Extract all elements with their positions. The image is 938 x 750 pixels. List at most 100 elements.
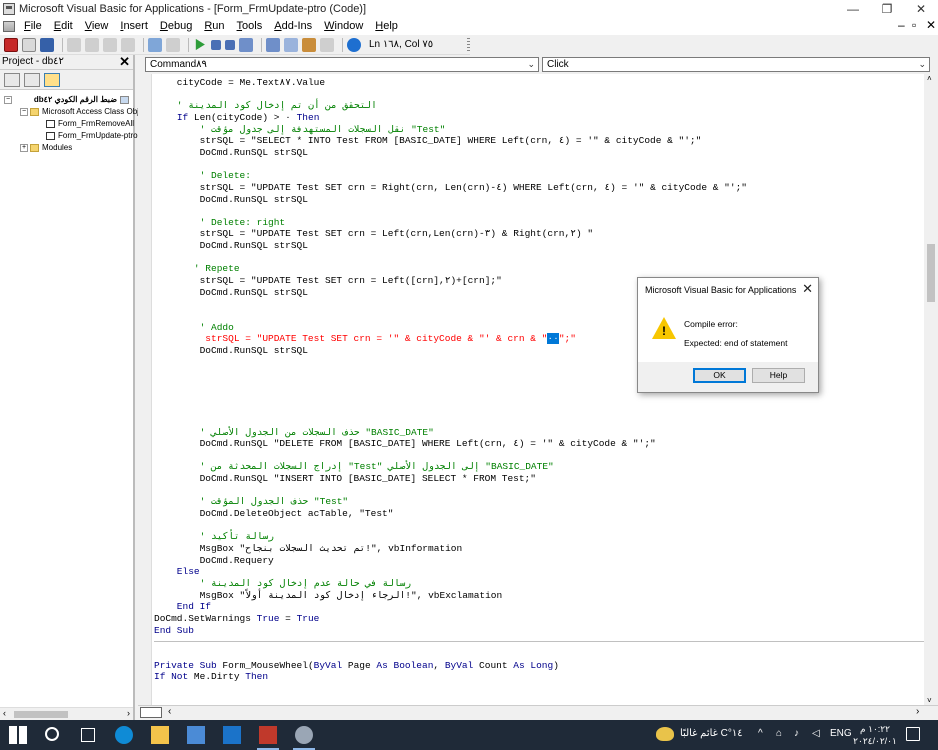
show-hidden-icons-icon[interactable]: ^ [758,728,763,739]
mdi-child-icon[interactable] [3,20,15,32]
code-line[interactable]: End Sub [154,625,194,636]
code-line[interactable]: DoCmd.RunSQL strSQL [154,287,308,298]
menu-view[interactable]: View [79,20,115,32]
code-line[interactable]: Else [154,566,200,577]
dialog-close-button[interactable]: ✕ [802,281,813,297]
code-line[interactable]: ' Repete [154,263,240,274]
code-line[interactable]: MsgBox "الرجاء إدخال كود المدينة أولاً!"… [154,590,503,601]
code-line[interactable]: DoCmd.RunSQL strSQL [154,194,308,205]
scroll-left-icon[interactable]: ‹ [3,708,6,718]
project-horizontal-scrollbar[interactable]: ‹ › [0,707,133,720]
mail-icon[interactable] [223,726,241,744]
help-icon[interactable] [347,37,361,52]
view-code-button[interactable] [4,72,20,87]
paste-icon[interactable] [103,37,117,52]
notification-icon[interactable] [906,727,920,741]
scroll-left-icon[interactable]: ‹ [168,706,171,717]
run-icon[interactable] [195,38,205,51]
menu-help[interactable]: Help [369,20,404,32]
scroll-right-icon[interactable]: › [916,706,919,717]
view-access-icon[interactable] [4,37,18,52]
redo-icon[interactable] [166,37,180,52]
scroll-up-icon[interactable]: ˄ [927,74,932,83]
code-line[interactable]: strSQL = "SELECT * INTO Test FROM [BASIC… [154,135,702,146]
toolbar-grip[interactable] [466,37,470,52]
store-icon[interactable] [187,726,205,744]
code-line[interactable]: DoCmd.Requery [154,555,274,566]
view-object-button[interactable] [24,72,40,87]
code-line[interactable]: ' Delete: right [154,217,286,228]
vba-app-icon[interactable] [3,2,15,15]
copy-icon[interactable] [85,37,99,52]
network-icon[interactable]: ⌂ [776,728,782,739]
toolbox-icon[interactable] [320,37,334,52]
object-browser-icon[interactable] [302,37,316,52]
mdi-restore-button[interactable]: ▫ [912,18,916,32]
project-panel-close-button[interactable]: ✕ [119,55,130,69]
task-view-icon[interactable] [81,728,95,742]
collapse-icon[interactable]: − [4,95,12,104]
code-line[interactable]: DoCmd.RunSQL strSQL [154,240,308,251]
menu-file[interactable]: File [18,20,48,32]
scroll-thumb[interactable] [927,244,935,302]
menu-run[interactable]: Run [198,20,230,32]
code-vertical-scrollbar[interactable]: ˄ ˅ [924,74,938,705]
maximize-button[interactable]: ❐ [870,0,904,17]
code-line[interactable]: DoCmd.RunSQL "INSERT INTO [BASIC_DATE] S… [154,473,536,484]
code-line[interactable]: If Not Me.Dirty Then [154,671,268,682]
collapse-icon[interactable]: − [20,107,28,116]
cut-icon[interactable] [67,37,81,52]
object-combo[interactable]: Command٨٩ ⌄ [145,57,539,72]
search-icon[interactable] [45,727,59,741]
mdi-close-button[interactable]: ✕ [926,18,936,32]
tree-node-form-removeall[interactable]: Form_FrmRemoveAll [46,118,134,129]
menu-tools[interactable]: Tools [231,20,269,32]
scroll-down-icon[interactable]: ˅ [927,696,932,705]
weather-text[interactable]: ١٤°C غائم غالبًا [680,728,743,739]
ok-button[interactable]: OK [693,368,746,383]
close-button[interactable]: ✕ [904,0,938,17]
input-language[interactable]: ENG [830,728,852,739]
help-button[interactable]: Help [752,368,805,383]
design-mode-icon[interactable] [239,37,253,52]
code-line[interactable]: strSQL = "UPDATE Test SET crn = Left(crn… [154,228,593,239]
scroll-right-icon[interactable]: › [127,708,130,718]
code-line[interactable]: If Len(cityCode) > ٠ Then [154,112,320,123]
code-line[interactable]: MsgBox "تم تحديث السجلات بنجاح!", vbInfo… [154,543,463,554]
code-line[interactable]: DoCmd.DeleteObject acTable, "Test" [154,508,394,519]
code-line[interactable]: DoCmd.SetWarnings True = True [154,613,319,624]
code-line[interactable]: strSQL = "UPDATE Test SET crn = '" & cit… [154,333,576,345]
mdi-minimize-button[interactable]: – [898,18,905,32]
code-line[interactable]: ' رسالة تأكيد [154,531,274,542]
insert-userform-icon[interactable] [22,37,36,52]
tree-node-project[interactable]: − ضبط الرقم الكودي db٤٢ [4,94,132,105]
access-icon[interactable] [257,726,279,750]
code-line[interactable]: ' رسالة في حالة عدم إدخال كود المدينة [154,578,412,589]
code-line[interactable]: ' حذف السجلات من الجدول الأصلي "BASIC_DA… [154,427,434,438]
menu-insert[interactable]: Insert [114,20,154,32]
menu-debug[interactable]: Debug [154,20,198,32]
minimize-button[interactable]: — [836,0,870,17]
tree-node-class-objects[interactable]: − Microsoft Access Class Objects [20,106,154,117]
speaker-icon[interactable]: ◁ [812,728,820,739]
menu-addins[interactable]: Add-Ins [268,20,318,32]
vba-editor-icon[interactable] [293,726,315,750]
properties-window-icon[interactable] [284,37,298,52]
edge-icon[interactable] [115,726,133,744]
toggle-folders-button[interactable] [44,72,60,87]
undo-icon[interactable] [148,37,162,52]
project-explorer-icon[interactable] [266,37,280,52]
code-line[interactable]: Private Sub Form_MouseWheel(ByVal Page A… [154,660,559,671]
code-line[interactable]: End If [154,601,211,612]
code-line[interactable]: ' إدراج السجلات المحدثة من "Test" إلى ال… [154,461,554,472]
procedure-combo[interactable]: Click ⌄ [542,57,930,72]
tree-node-modules[interactable]: + Modules [20,142,72,153]
weather-icon[interactable] [656,727,674,741]
code-line[interactable]: strSQL = "UPDATE Test SET crn = Right(cr… [154,182,747,193]
code-line[interactable]: ' Delete: [154,170,251,181]
taskbar-clock[interactable]: ١٠:٢٢ م ٢٠٢٤/٠٢/٠١ [852,723,898,747]
file-explorer-icon[interactable] [151,726,169,744]
code-line[interactable]: DoCmd.RunSQL "DELETE FROM [BASIC_DATE] W… [154,438,656,449]
volume-icon[interactable]: ♪ [794,728,799,739]
menu-window[interactable]: Window [318,20,369,32]
